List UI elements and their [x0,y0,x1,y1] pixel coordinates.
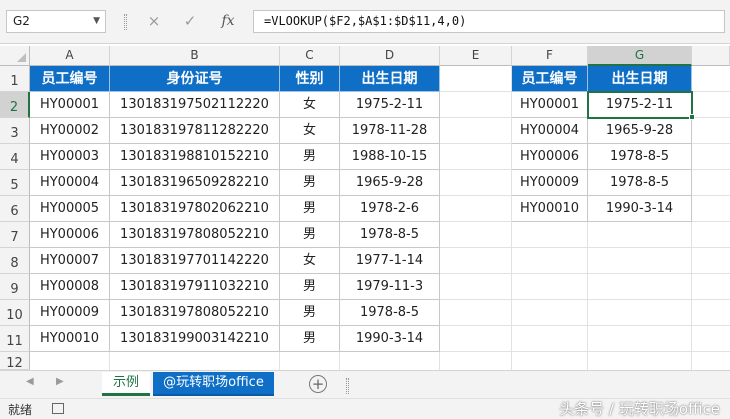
employee-table-cell[interactable]: 男 [280,144,340,170]
employee-table-cell[interactable]: 130183199003142210 [110,326,280,352]
employee-table-cell[interactable]: 1978-8-5 [340,222,440,248]
tab-splitter-icon[interactable] [346,378,349,394]
employee-table-cell[interactable]: 女 [280,248,340,274]
employee-table-cell[interactable]: 130183197911032210 [110,274,280,300]
employee-table-header-cell[interactable]: 员工编号 [30,66,110,92]
lookup-table-cell[interactable]: HY00010 [512,196,588,222]
employee-table-cell[interactable]: 1978-8-5 [340,300,440,326]
employee-table-cell[interactable]: 女 [280,92,340,118]
employee-table-cell[interactable]: 1978-11-28 [340,118,440,144]
employee-table-cell[interactable]: 男 [280,170,340,196]
employee-table-cell[interactable]: 130183197808052210 [110,300,280,326]
lookup-table-cell[interactable]: HY00006 [512,144,588,170]
employee-table-cell[interactable]: HY00008 [30,274,110,300]
chevron-down-icon[interactable]: ▼ [93,11,100,32]
employee-table-cell[interactable]: HY00002 [30,118,110,144]
row-header-2[interactable]: 2 [0,92,30,118]
enter-icon[interactable]: ✓ [176,10,204,33]
column-header-g[interactable]: G [588,46,692,66]
employee-table-cell[interactable]: 1990-3-14 [340,326,440,352]
column-header-blank [692,46,730,66]
row-header-1[interactable]: 1 [0,66,30,92]
macro-record-icon[interactable] [52,403,64,414]
employee-table-header-cell[interactable]: 性别 [280,66,340,92]
lookup-table-cell[interactable]: 1978-8-5 [588,170,692,196]
lookup-table-header-cell[interactable]: 员工编号 [512,66,588,92]
select-all-button[interactable] [0,46,30,66]
column-header-f[interactable]: F [512,46,588,66]
employee-table-cell[interactable]: 130183197502112220 [110,92,280,118]
employee-table-cell[interactable]: 1988-10-15 [340,144,440,170]
employee-table-cell[interactable]: HY00007 [30,248,110,274]
drag-handle-icon[interactable] [124,14,127,30]
status-text: 就绪 [8,403,33,417]
column-header-b[interactable]: B [110,46,280,66]
employee-table-cell[interactable]: 男 [280,196,340,222]
row-header-5[interactable]: 5 [0,170,30,196]
employee-table-cell[interactable]: 130183197811282220 [110,118,280,144]
lookup-table-cell[interactable]: 1965-9-28 [588,118,692,144]
insert-function-button[interactable]: fx [212,10,244,33]
row-header-10[interactable]: 10 [0,300,30,326]
employee-table-cell[interactable]: HY00005 [30,196,110,222]
name-box[interactable]: G2 ▼ [6,10,106,33]
employee-table-cell[interactable]: 男 [280,300,340,326]
row-header-9[interactable]: 9 [0,274,30,300]
employee-table-cell[interactable]: 女 [280,118,340,144]
add-sheet-icon[interactable]: + [309,375,327,393]
employee-table-cell[interactable]: HY00006 [30,222,110,248]
sheet-tab-office[interactable]: @玩转职场office [153,372,274,396]
lookup-table-cell[interactable]: HY00009 [512,170,588,196]
row-header-3[interactable]: 3 [0,118,30,144]
employee-table-cell[interactable]: 1965-9-28 [340,170,440,196]
active-cell-border [587,91,693,119]
row-header-6[interactable]: 6 [0,196,30,222]
employee-table-cell[interactable]: 男 [280,326,340,352]
lookup-table-cell[interactable]: 1990-3-14 [588,196,692,222]
fill-handle[interactable] [689,114,695,120]
employee-table-cell[interactable]: 130183198810152210 [110,144,280,170]
column-header-c[interactable]: C [280,46,340,66]
watermark: 头条号 / 玩转职场office [559,400,720,418]
employee-table-cell[interactable]: 1978-2-6 [340,196,440,222]
employee-table-cell[interactable]: 130183197701142220 [110,248,280,274]
employee-table-header-cell[interactable]: 出生日期 [340,66,440,92]
scroll-left-icon[interactable]: ◀ [26,376,34,387]
lookup-table-cell[interactable]: HY00001 [512,92,588,118]
column-header-a[interactable]: A [30,46,110,66]
row-header-7[interactable]: 7 [0,222,30,248]
employee-table-cell[interactable]: 130183197802062210 [110,196,280,222]
employee-table-cell[interactable]: HY00004 [30,170,110,196]
employee-table-cell[interactable]: 1979-11-3 [340,274,440,300]
scroll-right-icon[interactable]: ▶ [56,376,64,387]
employee-table-cell[interactable]: HY00001 [30,92,110,118]
row-header-12[interactable]: 12 [0,352,30,371]
employee-table-cell[interactable]: 男 [280,222,340,248]
employee-table-header-cell[interactable]: 身份证号 [110,66,280,92]
row-header-4[interactable]: 4 [0,144,30,170]
lookup-table-header-cell[interactable]: 出生日期 [588,66,692,92]
formula-input[interactable]: =VLOOKUP($F2,$A$1:$D$11,4,0) [253,10,725,33]
lookup-table-cell[interactable]: 1978-8-5 [588,144,692,170]
employee-table-cell[interactable]: 130183196509282210 [110,170,280,196]
sheet-tab-example[interactable]: 示例 [102,372,150,396]
employee-table-cell[interactable]: 1975-2-11 [340,92,440,118]
name-box-value: G2 [13,14,30,28]
cancel-icon[interactable]: × [140,10,168,33]
row-header-11[interactable]: 11 [0,326,30,352]
employee-table-cell[interactable]: HY00010 [30,326,110,352]
employee-table-cell[interactable]: HY00003 [30,144,110,170]
employee-table-cell[interactable]: 130183197808052210 [110,222,280,248]
column-header-e[interactable]: E [440,46,512,66]
lookup-table-cell[interactable]: HY00004 [512,118,588,144]
employee-table-cell[interactable]: HY00009 [30,300,110,326]
column-header-d[interactable]: D [340,46,440,66]
row-header-8[interactable]: 8 [0,248,30,274]
employee-table-cell[interactable]: 1977-1-14 [340,248,440,274]
employee-table-cell[interactable]: 男 [280,274,340,300]
